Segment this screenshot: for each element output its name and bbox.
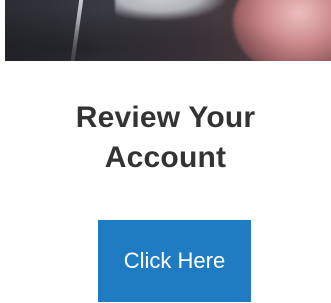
page-title-line-1: Review Your xyxy=(75,101,256,134)
hand-blur xyxy=(233,0,331,61)
click-here-button[interactable]: Click Here xyxy=(98,220,251,302)
page-title-line-2: Account xyxy=(104,141,227,174)
phone-screen-glow xyxy=(115,0,225,20)
page-title: Review Your Account xyxy=(0,98,331,178)
phone-edge-highlight xyxy=(69,0,85,61)
hero-image xyxy=(5,0,331,61)
